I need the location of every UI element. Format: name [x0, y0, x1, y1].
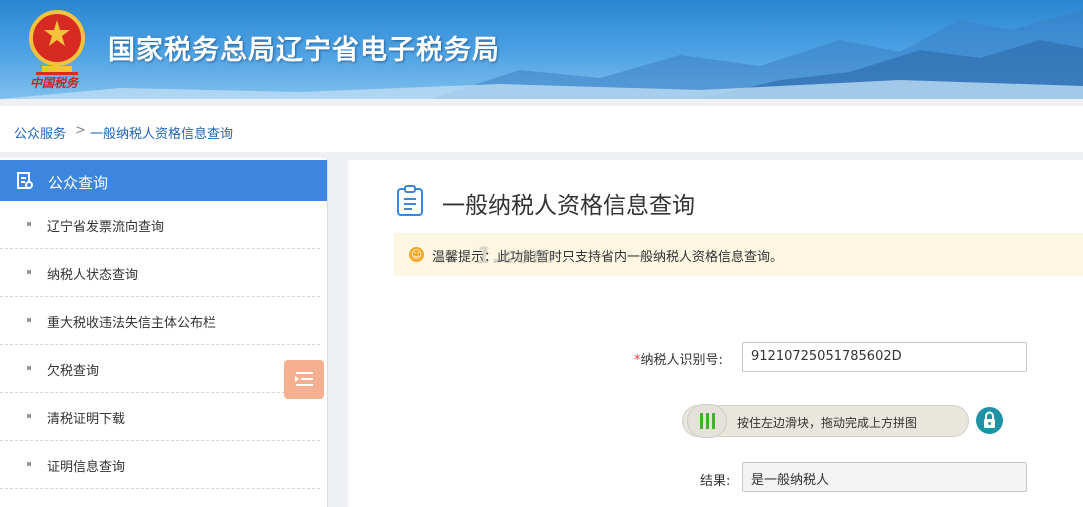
sidebar-item-clearance-certificate[interactable]: 清税证明下载 [0, 393, 320, 441]
emblem-caption: 中国税务 [30, 76, 79, 90]
national-emblem-icon: 中国税务 [22, 8, 92, 94]
smile-warning-icon: ☺ [409, 247, 424, 262]
sidebar-item-label: 清税证明下载 [47, 412, 126, 427]
result-label: 结果: [700, 474, 731, 489]
sidebar-item-dishonest-entities[interactable]: 重大税收违法失信主体公布栏 [0, 297, 320, 345]
page-title: 一般纳税人资格信息查询 [442, 193, 695, 219]
bullet-icon [27, 270, 31, 274]
sidebar-title: 公众查询 [48, 174, 109, 192]
bullet-icon [27, 318, 31, 322]
bullet-icon [27, 366, 31, 370]
sidebar-item-certificate-query[interactable]: 证明信息查询 [0, 441, 320, 489]
taxpayer-id-label-text: 纳税人识别号: [640, 353, 723, 368]
sidebar-header[interactable]: 公众查询 [0, 160, 327, 201]
site-header: 中国税务 国家税务总局辽宁省电子税务局 [0, 0, 1083, 99]
sidebar-toggle-button[interactable] [284, 360, 324, 399]
site-title: 国家税务总局辽宁省电子税务局 [108, 35, 500, 66]
sidebar-item-label: 辽宁省发票流向查询 [47, 220, 165, 235]
watermark: 1.com [476, 244, 556, 269]
clipboard-list-icon [396, 185, 426, 221]
result-field: 是一般纳税人 [742, 462, 1027, 492]
document-search-icon [16, 172, 34, 194]
taxpayer-id-label: *纳税人识别号: [634, 349, 723, 368]
bullet-icon [27, 414, 31, 418]
slider-hint-text: 按住左边滑块，拖动完成上方拼图 [737, 416, 918, 430]
sidebar-item-label: 证明信息查询 [47, 460, 126, 475]
bullet-icon [27, 222, 31, 226]
bullet-icon [27, 462, 31, 466]
taxpayer-id-input[interactable]: 91210725051785602D [742, 342, 1027, 372]
slider-handle[interactable] [687, 404, 727, 438]
breadcrumb-home-link[interactable]: 公众服务 [14, 123, 66, 142]
sidebar-item-label: 纳税人状态查询 [47, 268, 139, 283]
sidebar-item-invoice-flow[interactable]: 辽宁省发票流向查询 [0, 201, 320, 249]
sidebar-item-label: 重大税收违法失信主体公布栏 [47, 316, 217, 331]
sidebar-item-tax-arrears[interactable]: 欠税查询 [0, 345, 320, 393]
breadcrumb-current[interactable]: 一般纳税人资格信息查询 [90, 123, 233, 142]
sidebar: 公众查询 辽宁省发票流向查询 纳税人状态查询 重大税收违法失信主体公布栏 欠税查… [0, 158, 328, 507]
breadcrumb-separator: > [75, 123, 86, 138]
menu-indent-icon [295, 372, 313, 386]
lock-icon [976, 407, 1003, 434]
captcha-slider: 按住左边滑块，拖动完成上方拼图 [682, 404, 969, 438]
main-panel: 一般纳税人资格信息查询 ☺ 温馨提示：此功能暂时只支持省内一般纳税人资格信息查询… [348, 160, 1083, 507]
breadcrumb: 公众服务 > 一般纳税人资格信息查询 [0, 106, 1083, 152]
sidebar-item-taxpayer-status[interactable]: 纳税人状态查询 [0, 249, 320, 297]
sidebar-item-label: 欠税查询 [47, 364, 100, 379]
